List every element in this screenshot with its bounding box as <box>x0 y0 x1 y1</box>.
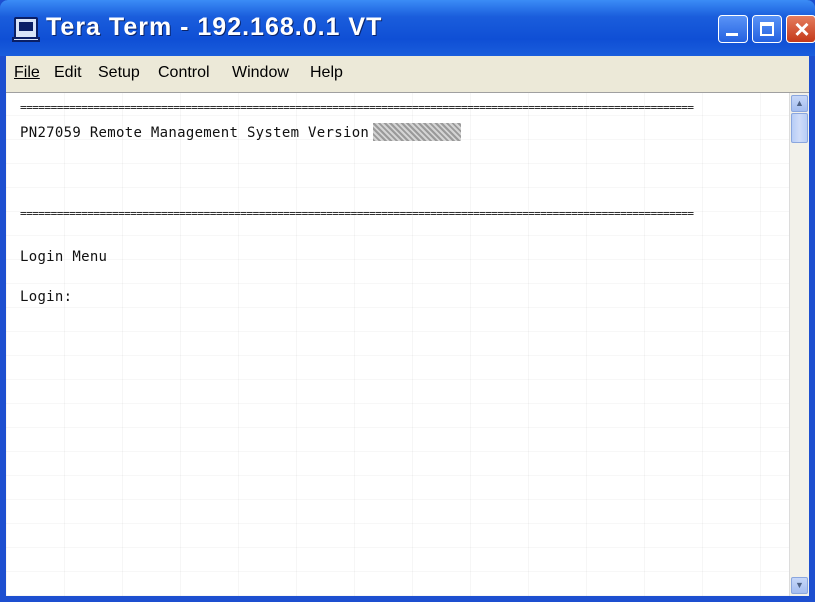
menu-edit[interactable]: Edit <box>54 64 82 82</box>
minimize-button[interactable] <box>718 15 748 43</box>
scroll-up-button[interactable]: ▲ <box>791 95 808 112</box>
menu-window[interactable]: Window <box>232 64 289 82</box>
menu-help[interactable]: Help <box>310 64 343 82</box>
maximize-icon <box>760 22 774 36</box>
scroll-thumb[interactable] <box>791 113 808 143</box>
menu-title: Login Menu <box>20 249 108 265</box>
menu-setup[interactable]: Setup <box>98 64 140 82</box>
client-area: ========================================… <box>6 92 809 596</box>
menu-bar: File Edit Setup Control Window Help <box>6 56 809 92</box>
separator-line: ========================================… <box>20 207 694 220</box>
minimize-icon <box>726 33 738 36</box>
header-line: PN27059 Remote Management System Version <box>20 123 462 141</box>
menu-help-label: Help <box>310 64 343 81</box>
maximize-button[interactable] <box>752 15 782 43</box>
menu-control[interactable]: Control <box>158 64 210 82</box>
close-button[interactable]: × <box>786 14 815 44</box>
window-title: Tera Term - 192.168.0.1 VT <box>46 13 383 41</box>
menu-setup-label: Setup <box>98 64 140 81</box>
separator-line: ========================================… <box>20 101 694 114</box>
terminal-screen[interactable]: ========================================… <box>6 93 789 596</box>
menu-file[interactable]: File <box>14 64 40 82</box>
menu-edit-label: Edit <box>54 64 82 81</box>
menu-file-label: File <box>14 64 40 81</box>
login-prompt: Login: <box>20 289 73 305</box>
arrow-down-icon: ▼ <box>795 580 804 590</box>
vertical-scrollbar[interactable]: ▲ ▼ <box>789 93 809 596</box>
title-bar[interactable]: Tera Term - 192.168.0.1 VT × <box>0 0 815 56</box>
close-icon: × <box>794 14 810 44</box>
terminal-icon[interactable] <box>12 17 40 42</box>
arrow-up-icon: ▲ <box>795 98 804 108</box>
menu-control-label: Control <box>158 64 210 81</box>
header-text: PN27059 Remote Management System Version <box>20 125 370 141</box>
version-redaction <box>373 123 462 141</box>
menu-window-label: Window <box>232 64 289 81</box>
terminal-window: Tera Term - 192.168.0.1 VT × File Edit S… <box>0 0 815 602</box>
scroll-down-button[interactable]: ▼ <box>791 577 808 594</box>
